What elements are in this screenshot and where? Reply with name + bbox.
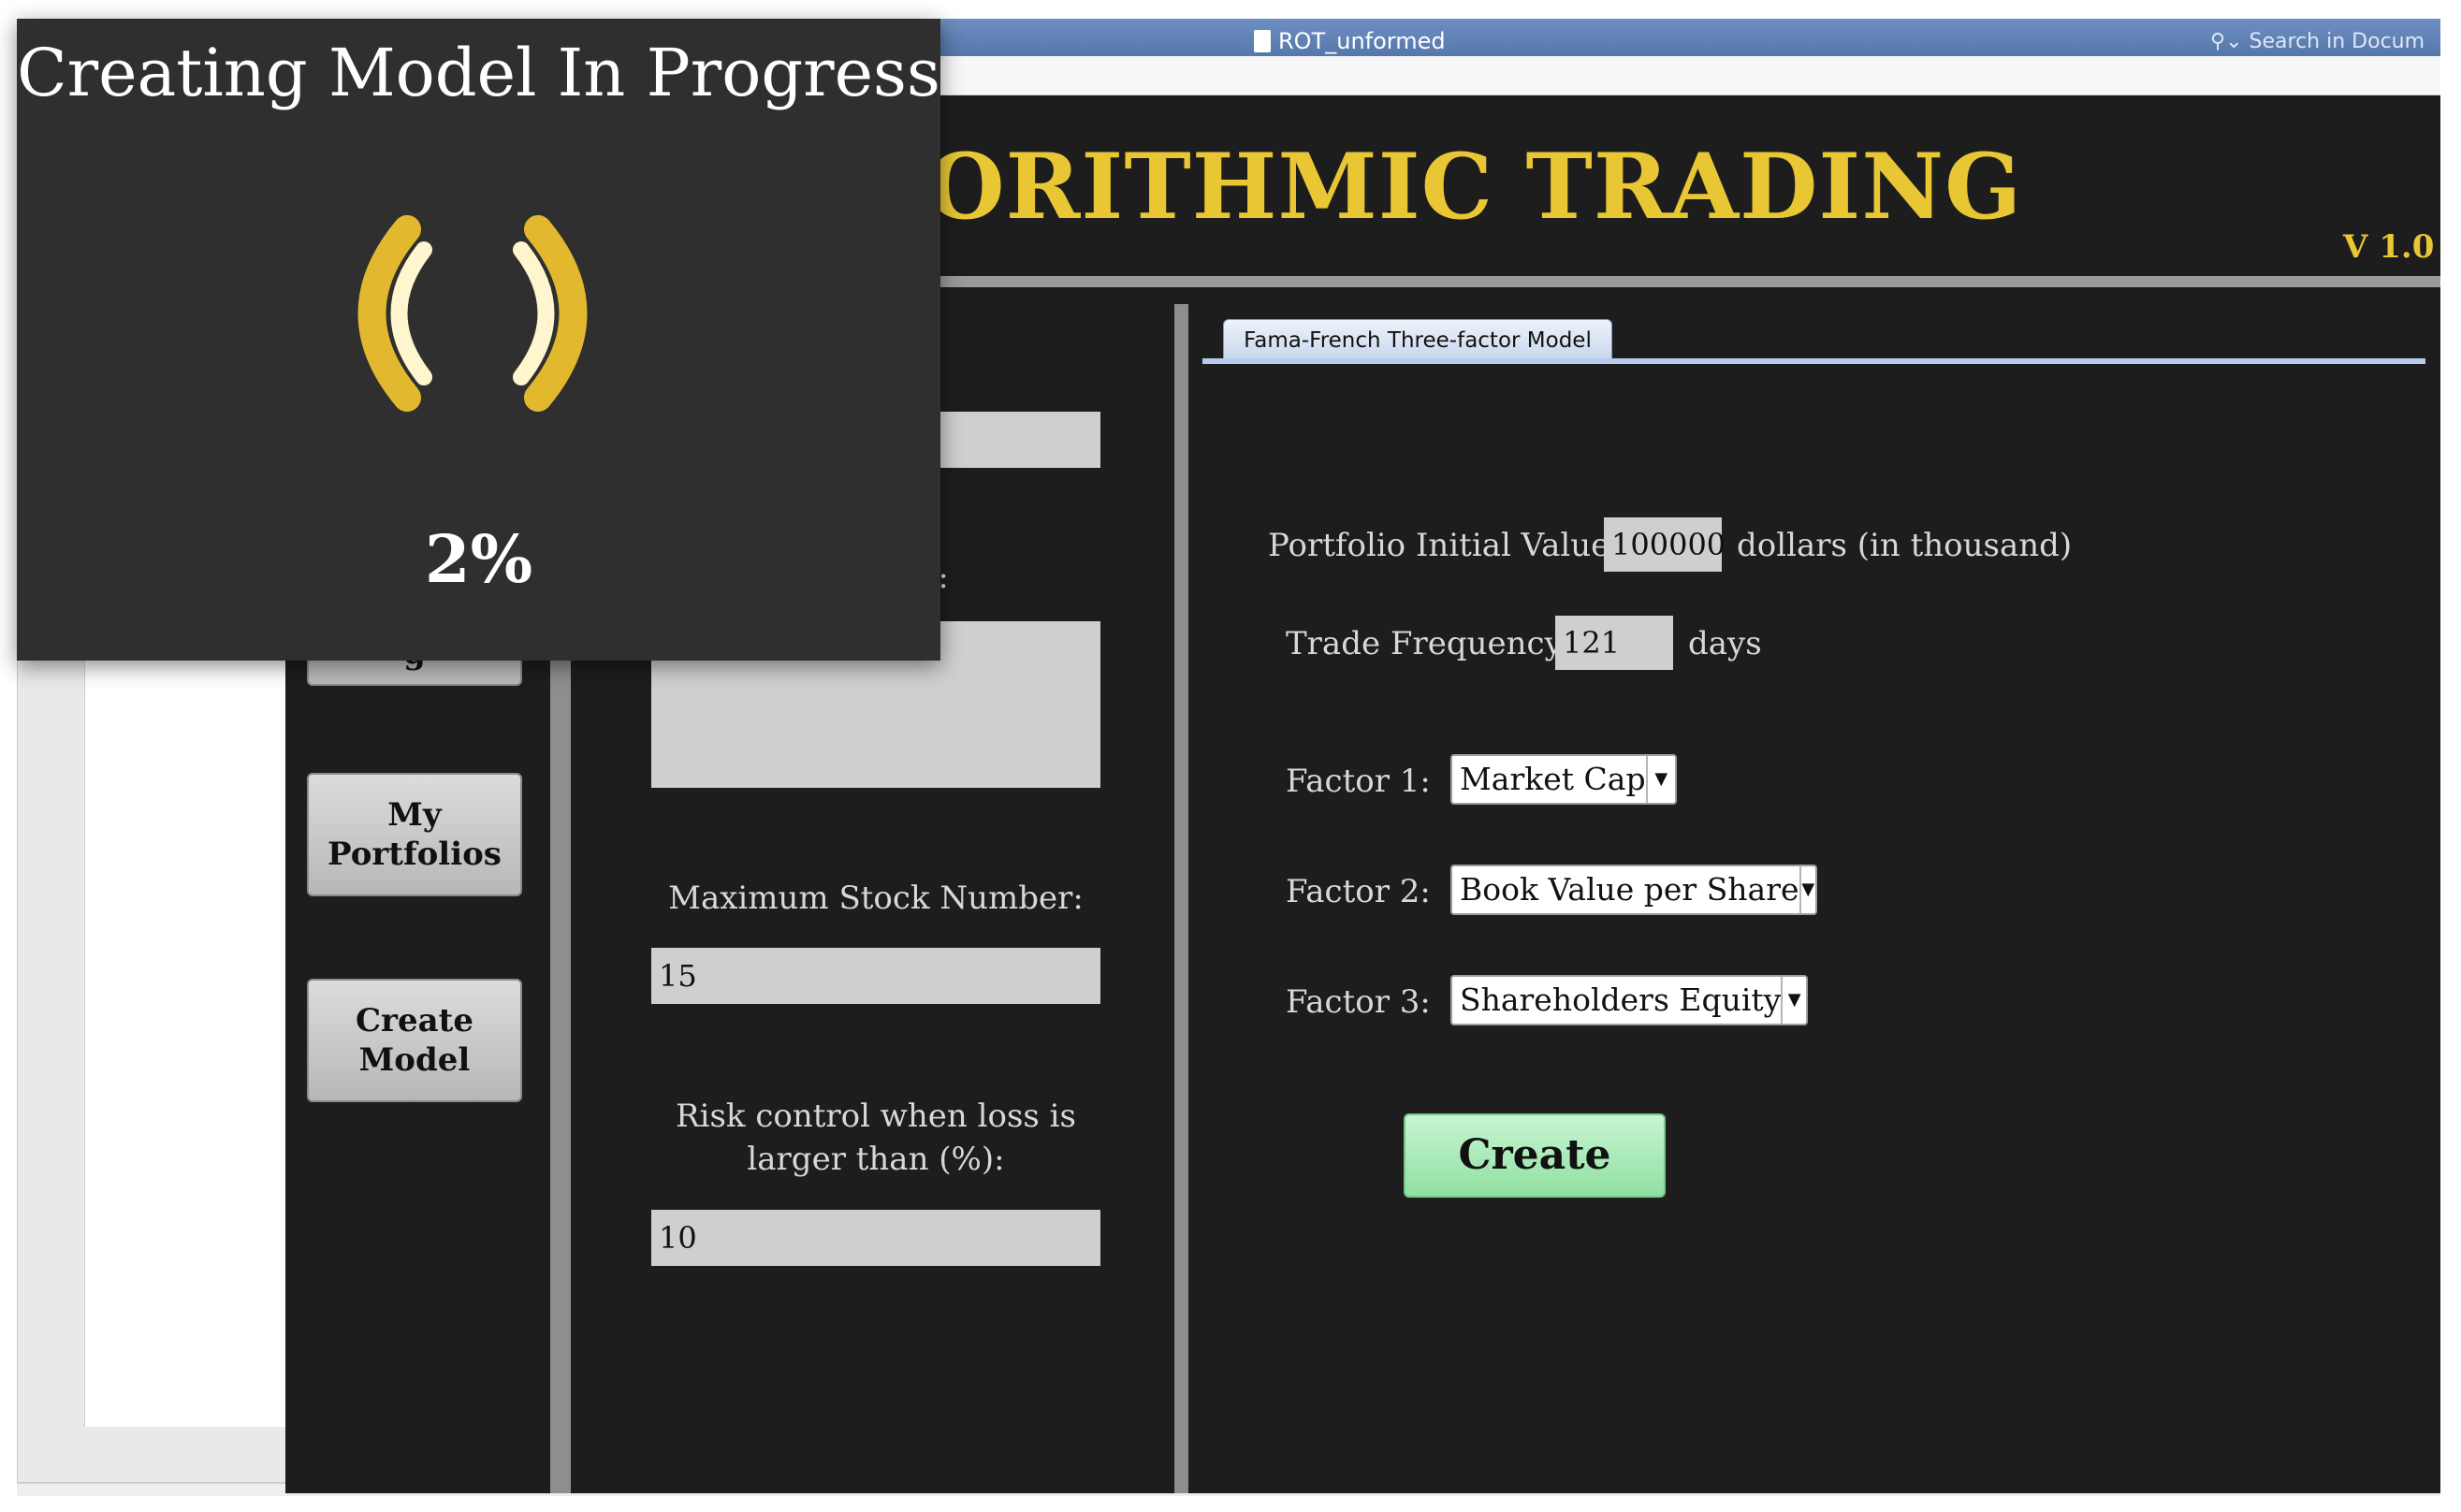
- chevron-down-icon: ▼: [1781, 977, 1806, 1024]
- factor-2-label: Factor 2:: [1286, 873, 1431, 910]
- risk-label-line2: larger than (%):: [747, 1141, 1005, 1178]
- chevron-down-icon: ▼: [1798, 866, 1815, 913]
- nav-button-my-portfolios[interactable]: My Portfolios: [307, 773, 522, 896]
- progress-dialog-title: Creating Model In Progress: [17, 35, 940, 111]
- loading-spinner-icon: [357, 215, 588, 412]
- risk-label-line1: Risk control when loss is: [675, 1098, 1076, 1135]
- factor-2-select[interactable]: Book Value per Share ▼: [1450, 865, 1817, 915]
- initial-value-unit: dollars (in thousand): [1737, 527, 2073, 564]
- factor-3-value: Shareholders Equity: [1460, 981, 1782, 1018]
- max-stock-label: Maximum Stock Number:: [668, 880, 1084, 917]
- document-icon: [1254, 30, 1271, 52]
- background-window-title: ROT_unformed: [1254, 26, 1446, 56]
- background-search-field[interactable]: ⚲⌄ Search in Docum: [2210, 26, 2440, 56]
- risk-input[interactable]: 10: [651, 1210, 1100, 1266]
- tab-underline: [1202, 358, 2425, 364]
- chevron-down-icon: ▼: [1645, 756, 1675, 803]
- factor-1-select[interactable]: Market Cap ▼: [1450, 754, 1677, 805]
- nav-button-create-model[interactable]: Create Model: [307, 979, 522, 1102]
- tab-fama-french[interactable]: Fama-French Three-factor Model: [1223, 319, 1612, 360]
- trade-frequency-input[interactable]: 121: [1555, 616, 1673, 670]
- nav-button-create-model-label: Create Model: [356, 1002, 473, 1079]
- app-version: V 1.0: [2343, 228, 2435, 266]
- initial-value-label: Portfolio Initial Value:: [1268, 527, 1621, 564]
- max-stock-input[interactable]: 15: [651, 948, 1100, 1004]
- background-window-title-text: ROT_unformed: [1278, 28, 1446, 54]
- factor-1-label: Factor 1:: [1286, 763, 1431, 800]
- initial-value-input[interactable]: 100000: [1604, 517, 1726, 572]
- factor-1-value: Market Cap: [1460, 761, 1646, 797]
- search-icon: ⚲⌄: [2210, 30, 2250, 53]
- spinner-arc-left-inner: [390, 241, 432, 385]
- search-placeholder: Search in Docum: [2249, 30, 2425, 53]
- nav-button-my-portfolios-label: My Portfolios: [328, 796, 502, 873]
- factor-3-select[interactable]: Shareholders Equity ▼: [1450, 975, 1808, 1025]
- factor-3-label: Factor 3:: [1286, 983, 1431, 1021]
- trade-frequency-unit: days: [1688, 625, 1762, 662]
- create-button[interactable]: Create: [1404, 1113, 1666, 1198]
- spinner-arc-right-inner: [513, 241, 555, 385]
- progress-percent: 2%: [424, 520, 533, 598]
- trade-frequency-label: Trade Frequency:: [1286, 625, 1574, 662]
- background-document-page: [84, 599, 290, 1427]
- app-title: ORITHMIC TRADING: [926, 134, 2023, 240]
- factor-2-value: Book Value per Share: [1460, 871, 1799, 908]
- form-divider: [1174, 304, 1188, 1493]
